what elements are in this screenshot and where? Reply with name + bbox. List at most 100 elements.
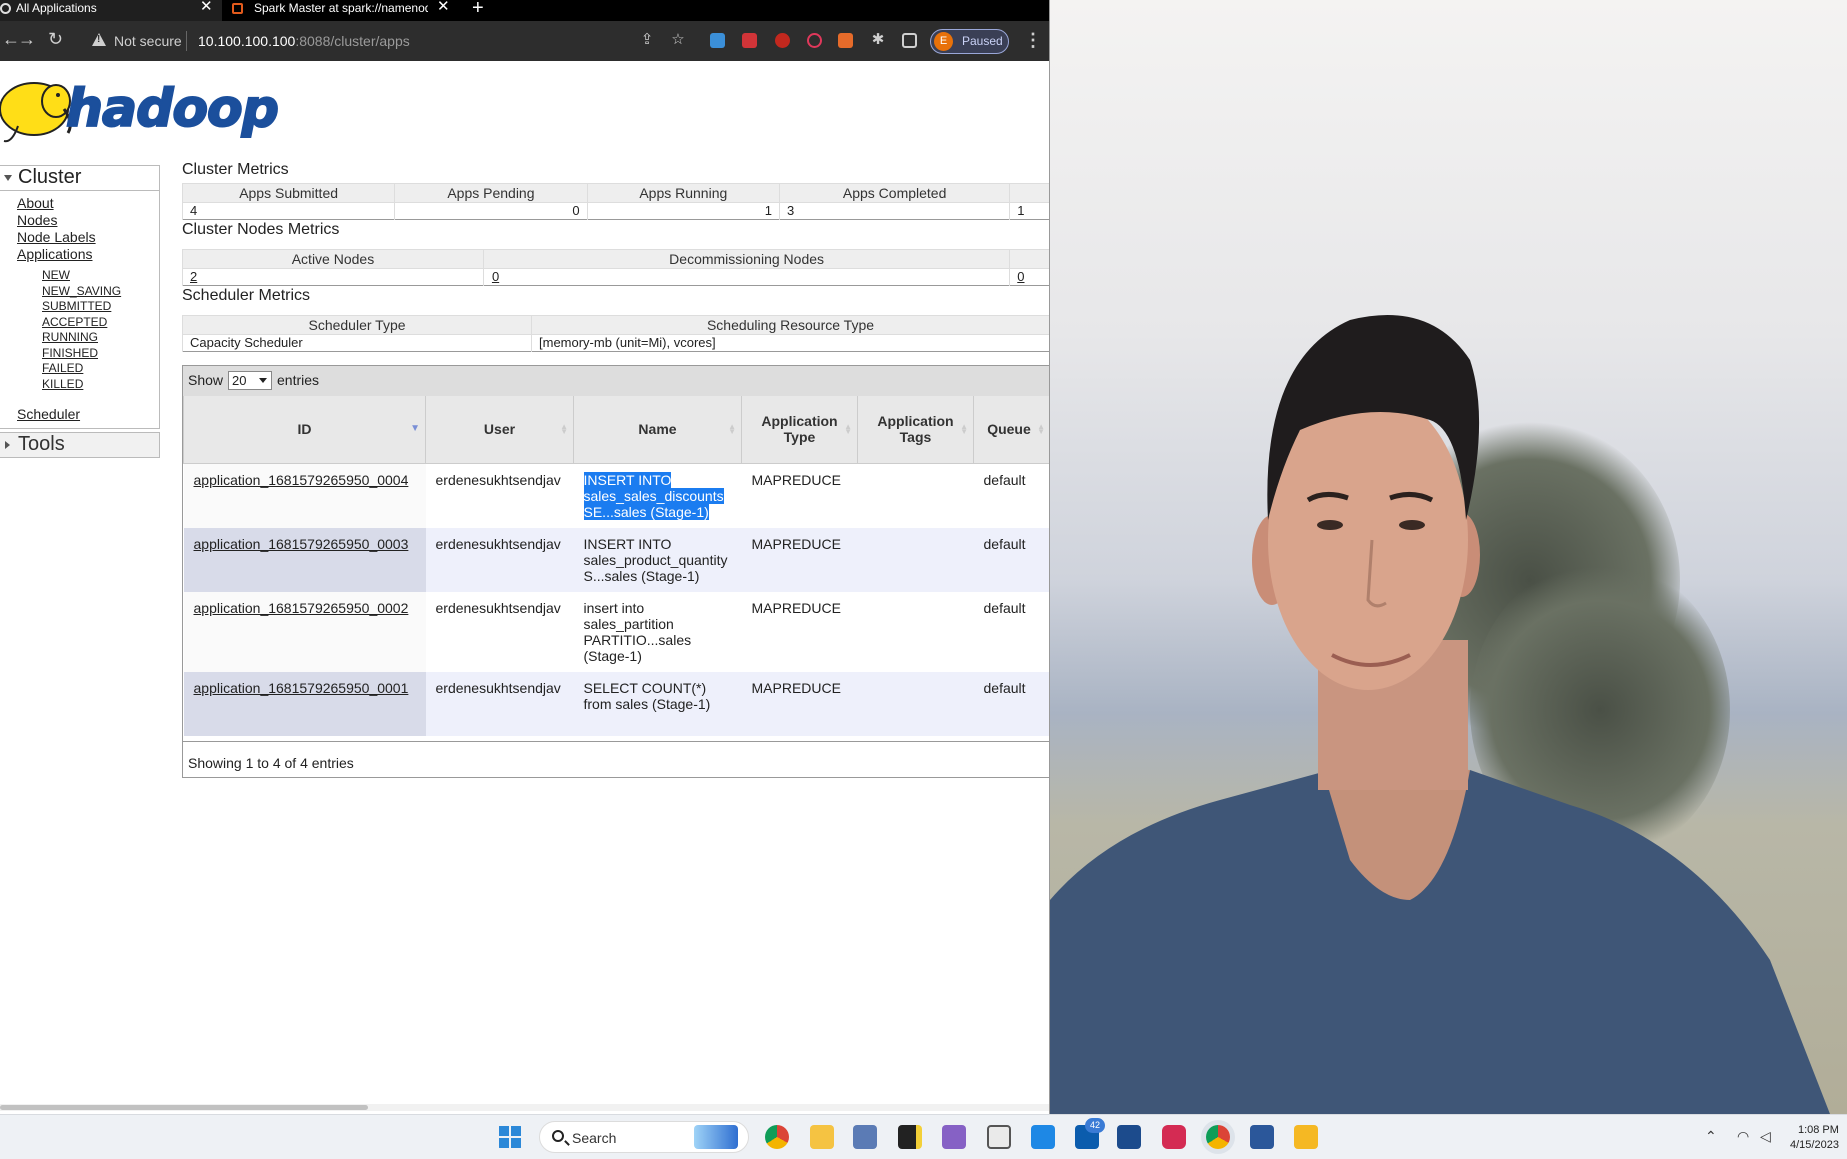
sidebar-state-running[interactable]: RUNNING (42, 330, 159, 346)
close-tab-icon[interactable]: ✕ (200, 0, 213, 15)
sort-desc-icon: ▼ (410, 423, 420, 434)
volume-icon[interactable]: ◁ (1760, 1128, 1771, 1145)
search-highlight-icon (694, 1125, 738, 1149)
scheduler-metrics-title: Scheduler Metrics (182, 287, 311, 304)
name-line: sales_sales_discounts (583, 487, 724, 504)
sidebar-state-killed[interactable]: KILLED (42, 377, 159, 393)
application-id-link[interactable]: application_1681579265950_0002 (194, 600, 409, 616)
vscode-icon[interactable] (1031, 1125, 1055, 1149)
application-id-link[interactable]: application_1681579265950_0003 (194, 536, 409, 552)
wifi-icon[interactable]: ◠ (1737, 1128, 1749, 1145)
col-decommissioning-nodes: Decommissioning Nodes (482, 249, 1011, 269)
application-id-link[interactable]: application_1681579265950_0001 (194, 680, 409, 696)
notification-badge: 42 (1085, 1118, 1105, 1133)
sidebar-state-failed[interactable]: FAILED (42, 361, 159, 377)
node-metrics-table: Active Nodes Decommissioning Nodes 2 0 0 (182, 249, 1049, 286)
puzzle-extensions-icon[interactable]: ✱ (870, 32, 886, 48)
col-header-id[interactable]: ID ▼ (183, 396, 426, 464)
extension-2-icon[interactable] (742, 33, 757, 48)
chevron-up-icon[interactable]: ⌃ (1705, 1128, 1717, 1145)
truncated-metric-value: 1 (1009, 202, 1049, 220)
browser-menu-icon[interactable]: ⋮ (1024, 30, 1042, 51)
col-header-application-type[interactable]: Application Type ▲ ▼ (741, 396, 858, 464)
col-header-queue[interactable]: Queue ▲ ▼ (973, 396, 1049, 464)
name-line: (Stage-1) (583, 647, 642, 664)
reload-icon[interactable]: ↻ (48, 29, 63, 50)
apps-pending-value: 0 (394, 202, 588, 220)
sidebar-state-submitted[interactable]: SUBMITTED (42, 299, 159, 315)
chrome-icon[interactable] (765, 1125, 789, 1149)
forward-arrow-icon[interactable]: → (18, 29, 36, 50)
address-bar[interactable]: 10.100.100.100:8088/cluster/apps (198, 33, 410, 49)
file-explorer-icon[interactable] (810, 1125, 834, 1149)
archive-app-icon[interactable] (1294, 1125, 1318, 1149)
col-header-user-label: User (483, 421, 516, 438)
truncated-nodes-link[interactable]: 0 (1017, 269, 1024, 284)
hadoop-logo[interactable]: hadoop (0, 71, 290, 151)
warning-icon[interactable] (92, 33, 106, 46)
extension-1-icon[interactable] (710, 33, 725, 48)
network-app-icon[interactable] (853, 1125, 877, 1149)
tags-cell (857, 527, 974, 592)
decommissioning-nodes-link[interactable]: 0 (492, 269, 499, 284)
sidebar-state-new-saving[interactable]: NEW_SAVING (42, 284, 159, 300)
browser-window: All Applications ✕ Spark Master at spark… (0, 0, 1050, 1114)
close-tab-icon[interactable]: ✕ (437, 0, 450, 15)
bookmark-star-icon[interactable]: ☆ (670, 32, 686, 48)
windows-start-icon[interactable] (498, 1125, 522, 1149)
extension-5-icon[interactable] (838, 33, 853, 48)
show-label: Show (188, 372, 224, 388)
taskbar-search-box[interactable]: Search (539, 1121, 749, 1153)
share-icon[interactable]: ⇪ (639, 32, 655, 48)
sidebar-state-new[interactable]: NEW (42, 268, 159, 284)
tab-all-applications[interactable]: All Applications ✕ (0, 0, 222, 21)
sticky-notes-icon[interactable] (898, 1125, 922, 1149)
sidebar-state-accepted[interactable]: ACCEPTED (42, 315, 159, 331)
apps-completed-value: 3 (778, 202, 1010, 220)
tab-title: All Applications (16, 1, 97, 15)
col-header-name[interactable]: Name ▲ ▼ (573, 396, 742, 464)
extension-4-icon[interactable] (807, 33, 822, 48)
page-size-select[interactable]: 20 (228, 371, 272, 390)
virtualbox-icon[interactable] (1117, 1125, 1141, 1149)
chrome-active-icon[interactable] (1206, 1125, 1230, 1149)
name-line: S...sales (Stage-1) (583, 567, 700, 584)
sidebar-link-nodes[interactable]: Nodes (17, 212, 159, 229)
horizontal-scrollbar[interactable] (0, 1104, 1049, 1111)
name-line: from sales (Stage-1) (583, 695, 711, 712)
sort-icon: ▲ ▼ (960, 422, 968, 436)
word-icon[interactable] (1250, 1125, 1274, 1149)
col-header-application-tags[interactable]: Application Tags ▲ ▼ (857, 396, 974, 464)
tab-spark-master[interactable]: Spark Master at spark://namenod ✕ (232, 0, 452, 21)
visual-studio-icon[interactable] (942, 1125, 966, 1149)
sidebar-link-node-labels[interactable]: Node Labels (17, 229, 159, 246)
logo-text: hadoop (65, 78, 280, 140)
collapse-triangle-icon (4, 175, 12, 181)
active-nodes-link[interactable]: 2 (190, 269, 197, 284)
col-header-type-label: Application Type (761, 413, 838, 446)
side-panel-icon[interactable] (902, 33, 917, 48)
browser-toolbar: ← → ↻ Not secure 10.100.100.100:8088/clu… (0, 21, 1049, 61)
type-cell: MAPREDUCE (741, 671, 858, 736)
system-clock[interactable]: 1:08 PM 4/15/2023 (1790, 1123, 1839, 1153)
security-label[interactable]: Not secure (114, 33, 182, 49)
name-cell: INSERT INTO sales_sales_discounts SE...sal… (573, 463, 742, 528)
application-id-link[interactable]: application_1681579265950_0004 (194, 472, 409, 488)
extension-3-icon[interactable] (775, 33, 790, 48)
profile-paused-button[interactable]: E Paused (930, 29, 1009, 54)
col-header-user[interactable]: User ▲ ▼ (425, 396, 574, 464)
metrics-section: Cluster Metrics Apps Submitted Apps Pend… (181, 161, 1049, 352)
sidebar-tools-header[interactable]: Tools (0, 432, 160, 458)
screen-recorder-icon[interactable] (1162, 1125, 1186, 1149)
new-tab-icon[interactable]: + (472, 0, 484, 20)
address-separator (186, 31, 187, 51)
tags-cell (857, 671, 974, 736)
sidebar-cluster-header[interactable]: Cluster (0, 166, 159, 191)
scrollbar-thumb[interactable] (0, 1105, 368, 1110)
sidebar-link-scheduler[interactable]: Scheduler (17, 406, 159, 423)
sidebar-link-applications[interactable]: Applications (17, 246, 159, 263)
sidebar-link-about[interactable]: About (17, 195, 159, 212)
sidebar-state-finished[interactable]: FINISHED (42, 346, 159, 362)
table-row: application_1681579265950_0004 erdenesuk… (183, 463, 1049, 528)
virtualbox-cube-icon[interactable] (987, 1125, 1011, 1149)
